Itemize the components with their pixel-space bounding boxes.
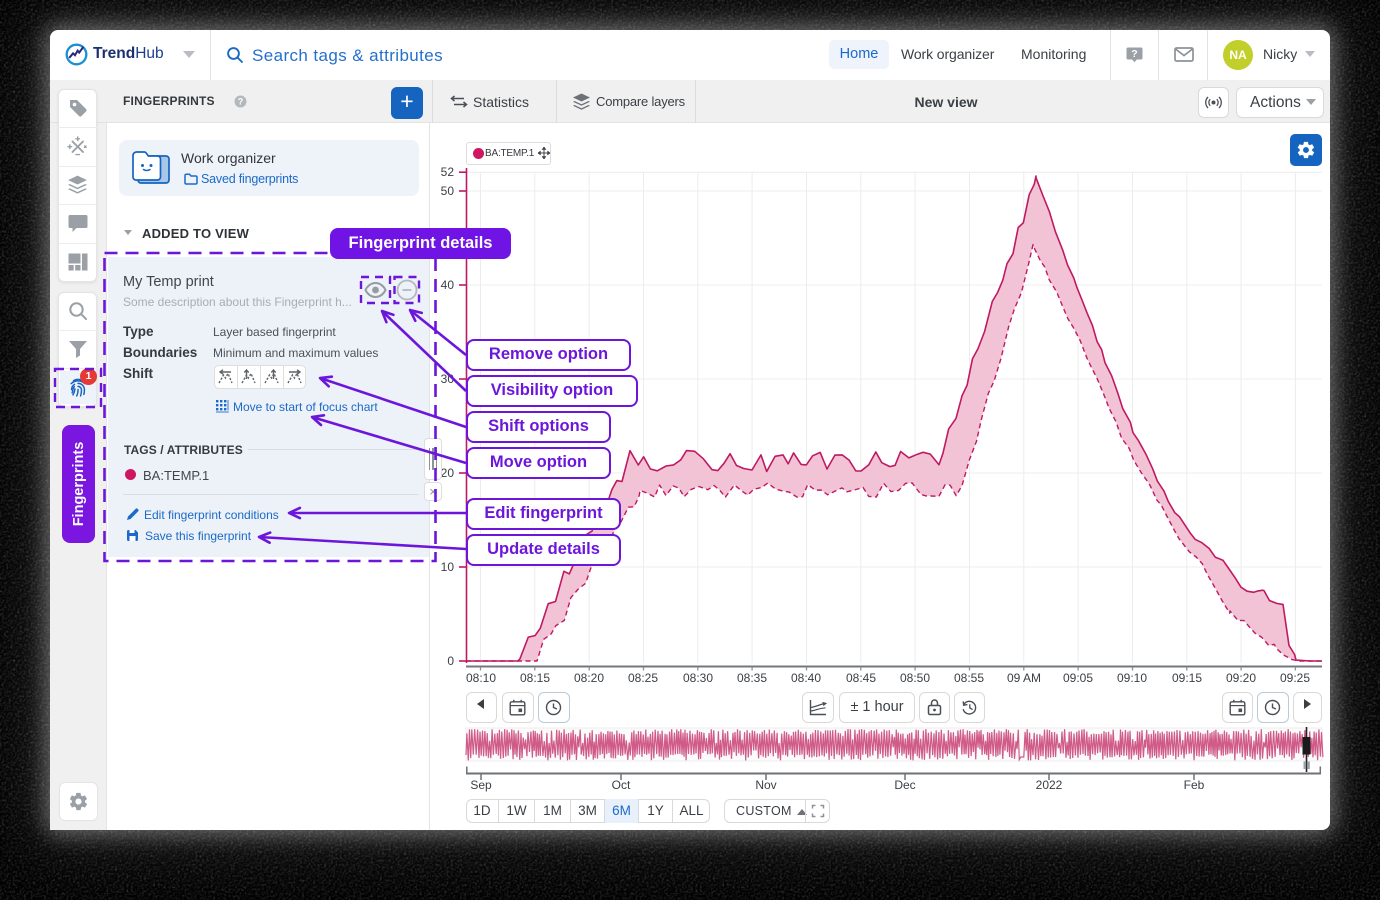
svg-text:?: ? — [238, 97, 244, 107]
svg-text:?: ? — [1131, 48, 1137, 60]
